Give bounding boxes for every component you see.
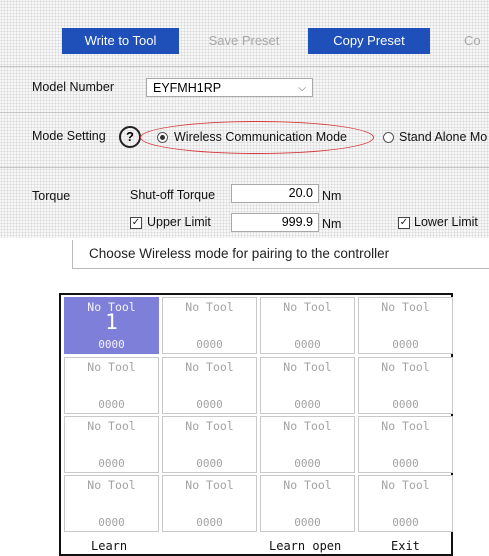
tool-slot-code: 0000	[196, 338, 223, 351]
tool-slot-name: No Tool	[381, 419, 430, 433]
model-number-value: EYFMH1RP	[153, 81, 222, 95]
tool-slot-code: 0000	[294, 516, 321, 529]
instruction-callout: Choose Wireless mode for pairing to the …	[72, 240, 489, 269]
write-to-tool-button[interactable]: Write to Tool	[62, 28, 179, 54]
lower-limit-checkbox[interactable]: ✓	[398, 217, 410, 229]
tool-slot-code: 0000	[392, 457, 419, 470]
tool-slot-code: 0000	[392, 516, 419, 529]
tool-slot-name: No Tool	[185, 419, 234, 433]
tool-slot-name: No Tool	[185, 300, 234, 314]
settings-panel: Write to Tool Save Preset Copy Preset Co…	[0, 0, 489, 238]
tool-slot-name: No Tool	[381, 478, 430, 492]
tool-slot-code: 0000	[98, 398, 125, 411]
tool-slot[interactable]: No Tool 0000	[260, 416, 355, 473]
tool-slot-name: No Tool	[185, 478, 234, 492]
tool-slot-code: 0000	[392, 338, 419, 351]
tool-slot[interactable]: No Tool 0000	[162, 416, 257, 473]
tool-slot[interactable]: No Tool 0000	[358, 297, 453, 354]
tool-slot-code: 0000	[196, 457, 223, 470]
copy-preset-button[interactable]: Copy Preset	[308, 28, 430, 54]
tool-slot-name: No Tool	[283, 300, 332, 314]
tool-slot[interactable]: No Tool 1 0000	[64, 297, 159, 354]
upper-limit-label: Upper Limit	[147, 215, 211, 229]
tool-slot-code: 0000	[294, 457, 321, 470]
tool-slot[interactable]: No Tool 0000	[358, 475, 453, 532]
tool-slot-code: 0000	[196, 398, 223, 411]
shutoff-torque-label: Shut-off Torque	[130, 188, 216, 202]
tool-slot[interactable]: No Tool 0000	[260, 357, 355, 414]
standalone-mode-label[interactable]: Stand Alone Mo	[399, 130, 487, 144]
shutoff-torque-unit: Nm	[322, 189, 342, 203]
tool-slot-code: 0000	[392, 398, 419, 411]
truncated-toolbar-button[interactable]: Co	[464, 28, 489, 54]
tool-slot[interactable]: No Tool 0000	[64, 475, 159, 532]
upper-limit-unit: Nm	[322, 217, 342, 231]
learn-open-softkey[interactable]: Learn open	[269, 539, 341, 553]
learn-softkey[interactable]: Learn	[91, 539, 127, 553]
tool-slot[interactable]: No Tool 0000	[64, 357, 159, 414]
tool-slot-code: 0000	[294, 338, 321, 351]
model-number-label: Model Number	[32, 80, 114, 94]
tool-slot-code: 0000	[98, 338, 125, 351]
tool-slot-code: 0000	[294, 398, 321, 411]
tool-slot[interactable]: No Tool 0000	[358, 416, 453, 473]
torque-label: Torque	[32, 189, 71, 203]
tool-slot-name: No Tool	[283, 419, 332, 433]
tool-slot-name: No Tool	[381, 360, 430, 374]
divider	[0, 112, 489, 113]
help-icon[interactable]: ?	[119, 126, 141, 148]
upper-limit-checkbox[interactable]: ✓	[130, 217, 142, 229]
divider	[0, 66, 489, 67]
tool-slot-number: 1	[105, 310, 118, 334]
tool-slot[interactable]: No Tool 0000	[162, 357, 257, 414]
controller-display: No Tool 1 0000 No Tool 0000 No Tool 0000 No Too…	[59, 293, 453, 556]
wireless-mode-radio[interactable]	[157, 132, 168, 143]
exit-softkey[interactable]: Exit	[391, 539, 420, 553]
divider	[0, 167, 489, 168]
tool-slot[interactable]: No Tool 0000	[358, 357, 453, 414]
tool-slot-name: No Tool	[87, 478, 136, 492]
tool-slot-code: 0000	[98, 457, 125, 470]
chevron-down-icon: ⌵	[298, 83, 306, 94]
tool-slot[interactable]: No Tool 0000	[162, 475, 257, 532]
mode-setting-label: Mode Setting	[32, 129, 106, 143]
tool-slot-name: No Tool	[283, 478, 332, 492]
tool-slot[interactable]: No Tool 0000	[64, 416, 159, 473]
tool-slot-name: No Tool	[185, 360, 234, 374]
model-number-select[interactable]: EYFMH1RP ⌵	[146, 78, 313, 97]
save-preset-button[interactable]: Save Preset	[190, 28, 298, 54]
wireless-mode-label[interactable]: Wireless Communication Mode	[174, 130, 347, 144]
tool-slot[interactable]: No Tool 0000	[260, 297, 355, 354]
tool-slot-name: No Tool	[87, 360, 136, 374]
standalone-mode-radio[interactable]	[383, 132, 394, 143]
tool-slot[interactable]: No Tool 0000	[162, 297, 257, 354]
lower-limit-label: Lower Limit	[414, 215, 478, 229]
tool-slot-code: 0000	[196, 516, 223, 529]
softkey-bar: Learn Learn open Exit	[61, 537, 451, 555]
shutoff-torque-input[interactable]: 20.0	[231, 184, 319, 203]
tool-slot[interactable]: No Tool 0000	[260, 475, 355, 532]
tool-slot-code: 0000	[98, 516, 125, 529]
tool-slot-name: No Tool	[87, 419, 136, 433]
tool-slot-name: No Tool	[381, 300, 430, 314]
callout-text: Choose Wireless mode for pairing to the …	[89, 246, 390, 261]
tool-slot-name: No Tool	[283, 360, 332, 374]
tool-grid: No Tool 1 0000 No Tool 0000 No Tool 0000 No Too…	[63, 297, 453, 535]
upper-limit-input[interactable]: 999.9	[231, 213, 319, 232]
